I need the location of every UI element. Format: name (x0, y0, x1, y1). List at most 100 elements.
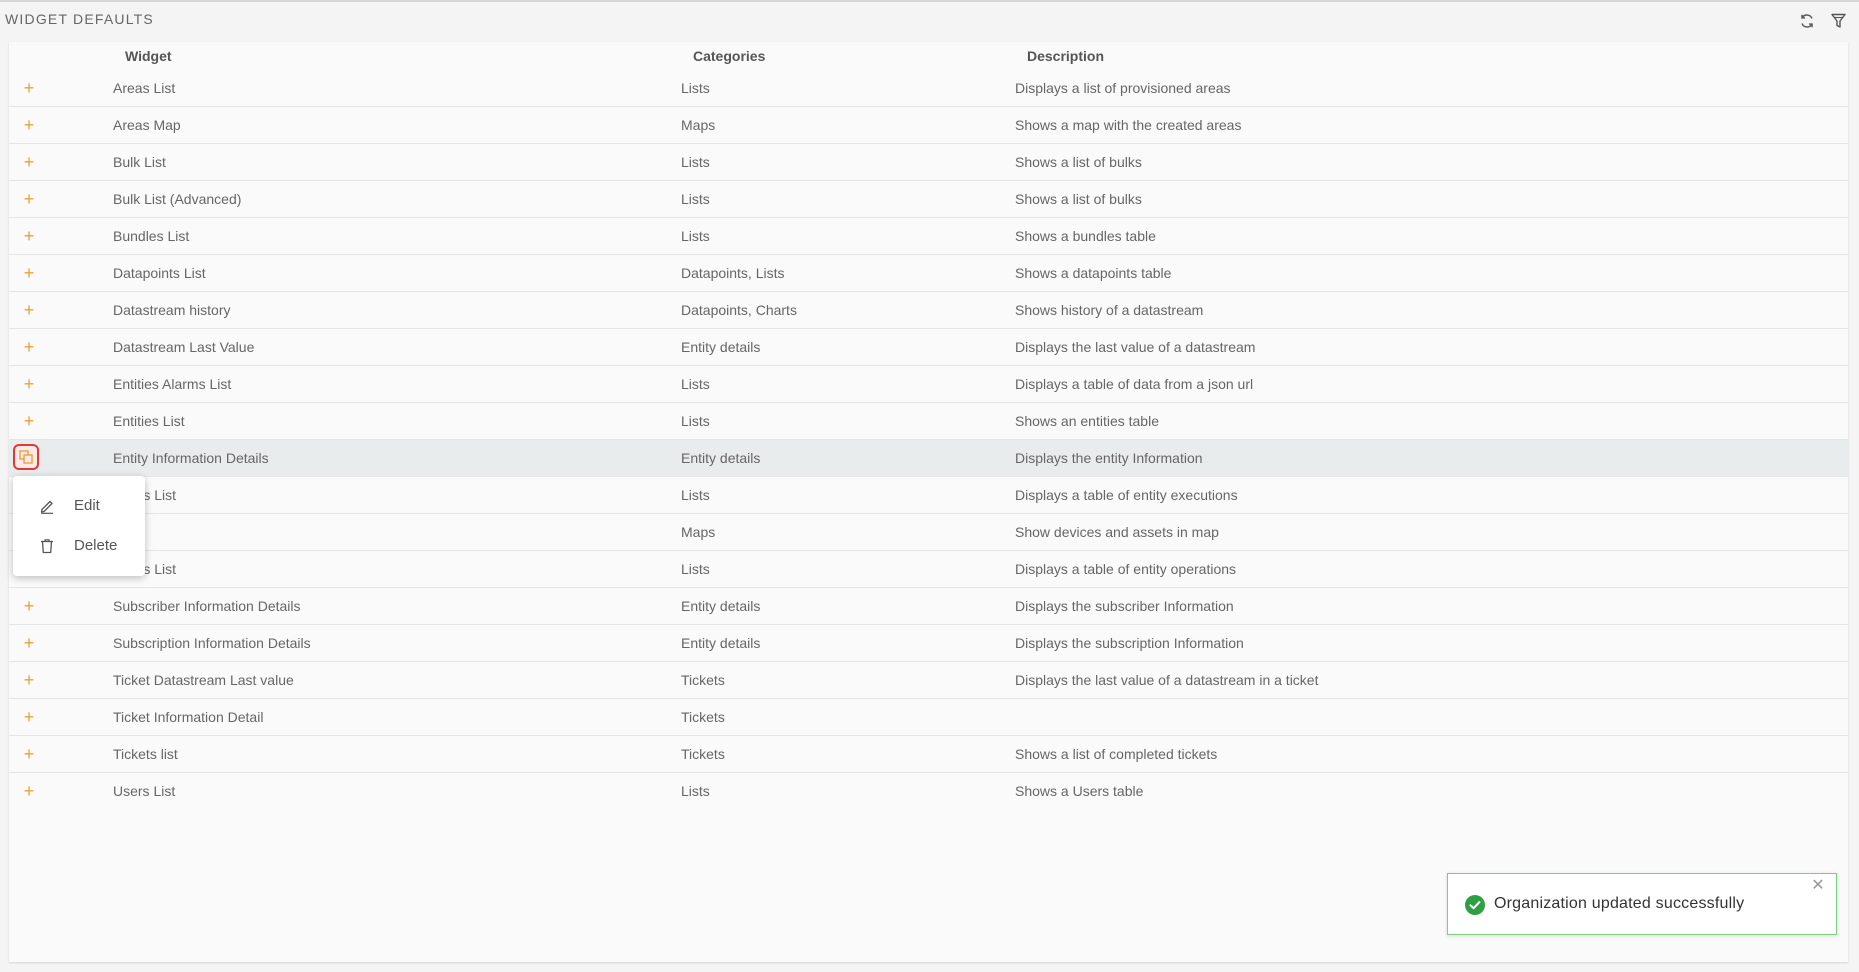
widget-categories: Datapoints, Lists (681, 265, 785, 281)
widget-description: Displays a table of data from a json url (1015, 376, 1254, 392)
table-row[interactable]: + Entities List Lists Shows an entities tab… (9, 403, 1848, 440)
table-row[interactable]: + Bulk List Lists Shows a list of bulks (9, 144, 1848, 181)
widget-description: Shows a list of bulks (1015, 191, 1142, 207)
widget-description: Shows a list of completed tickets (1015, 746, 1218, 762)
table-row[interactable]: sMapsShow devices and assets in map (9, 514, 1848, 551)
widget-description: Shows a bundles table (1015, 228, 1156, 244)
column-header-description[interactable]: Description (1027, 48, 1104, 64)
column-header-widget[interactable]: Widget (125, 48, 172, 64)
widget-description: Shows a datapoints table (1015, 265, 1172, 281)
widget-description: Shows a map with the created areas (1015, 117, 1242, 133)
widget-categories: Lists (681, 413, 710, 429)
widget-categories: Lists (681, 487, 710, 503)
table-row[interactable]: + Tickets list Tickets Shows a list of comp… (9, 736, 1848, 773)
pencil-icon (38, 497, 56, 515)
widget-description: Displays the entity Information (1015, 450, 1203, 466)
copy-icon[interactable] (13, 444, 39, 470)
add-icon[interactable]: + (19, 78, 39, 98)
table-row[interactable]: utions ListListsDisplays a table of enti… (9, 477, 1848, 514)
widget-name: Bulk List (Advanced) (113, 191, 242, 207)
trash-icon (38, 537, 56, 555)
table-row[interactable]: ations ListListsDisplays a table of enti… (9, 551, 1848, 588)
delete-menu-item[interactable]: Delete (13, 528, 145, 564)
add-icon[interactable]: + (19, 152, 39, 172)
table-row[interactable]: + Datastream Last Value Entity details Disp… (9, 329, 1848, 366)
widget-defaults-table: Widget Categories Description + Areas Lis… (9, 42, 1848, 962)
table-row[interactable]: + Subscription Information Details Entity … (9, 625, 1848, 662)
column-header-categories[interactable]: Categories (693, 48, 765, 64)
widget-description: Shows an entities table (1015, 413, 1159, 429)
table-row[interactable]: + Datapoints List Datapoints, Lists Shows a… (9, 255, 1848, 292)
widget-categories: Maps (681, 117, 716, 133)
widget-categories: Maps (681, 524, 716, 540)
table-row[interactable]: + Areas Map Maps Shows a map with the creat… (9, 107, 1848, 144)
table-row[interactable]: Entity Information Details Entity details… (9, 440, 1848, 477)
table-row[interactable]: + Ticket Datastream Last value Tickets Disp… (9, 662, 1848, 699)
table-row[interactable]: + Areas List Lists Displays a list of provi… (9, 70, 1848, 107)
success-toast: Organization updated successfully ✕ (1447, 873, 1837, 935)
add-icon[interactable]: + (19, 670, 39, 690)
widget-description: Displays a list of provisioned areas (1015, 80, 1231, 96)
widget-description: Shows a list of bulks (1015, 154, 1142, 170)
add-icon[interactable]: + (19, 744, 39, 764)
add-icon[interactable]: + (19, 263, 39, 283)
widget-name: Users List (113, 783, 176, 799)
widget-description: Shows a Users table (1015, 783, 1144, 799)
add-icon[interactable]: + (19, 189, 39, 209)
widget-description: Displays a table of entity executions (1015, 487, 1238, 503)
widget-name: Datastream Last Value (113, 339, 255, 355)
table-row[interactable]: + Entities Alarms List Lists Displays a tab… (9, 366, 1848, 403)
edit-menu-item[interactable]: Edit (13, 488, 145, 524)
widget-description: Displays the subscriber Information (1015, 598, 1234, 614)
page-title: WIDGET DEFAULTS (5, 11, 154, 27)
widget-name: Areas List (113, 80, 176, 96)
widget-categories: Lists (681, 561, 710, 577)
widget-name: Bulk List (113, 154, 166, 170)
row-context-menu: Edit Delete (13, 476, 145, 576)
table-row[interactable]: + Datastream history Datapoints, Charts Sho… (9, 292, 1848, 329)
add-icon[interactable]: + (19, 633, 39, 653)
widget-name: Entities Alarms List (113, 376, 232, 392)
add-icon[interactable]: + (19, 374, 39, 394)
widget-name: Datastream history (113, 302, 231, 318)
table-row[interactable]: + Users List Lists Shows a Users table (9, 773, 1848, 807)
refresh-icon[interactable] (1798, 12, 1816, 30)
widget-name: Areas Map (113, 117, 181, 133)
widget-description: Displays the subscription Information (1015, 635, 1244, 651)
widget-name: Tickets list (113, 746, 178, 762)
add-icon[interactable]: + (19, 596, 39, 616)
table-row[interactable]: + Ticket Information Detail Tickets (9, 699, 1848, 736)
widget-name: Entity Information Details (113, 450, 269, 466)
add-icon[interactable]: + (19, 226, 39, 246)
widget-categories: Lists (681, 191, 710, 207)
widget-description: Displays the last value of a datastream … (1015, 672, 1319, 688)
add-icon[interactable]: + (19, 411, 39, 431)
widget-categories: Entity details (681, 450, 761, 466)
edit-label: Edit (74, 497, 100, 514)
widget-categories: Tickets (681, 746, 725, 762)
add-icon[interactable]: + (19, 300, 39, 320)
table-row[interactable]: + Bundles List Lists Shows a bundles table (9, 218, 1848, 255)
widget-description: Show devices and assets in map (1015, 524, 1219, 540)
widget-description: Shows history of a datastream (1015, 302, 1204, 318)
add-icon[interactable]: + (19, 115, 39, 135)
page-header: WIDGET DEFAULTS (0, 0, 1859, 40)
widget-categories: Tickets (681, 672, 725, 688)
filter-icon[interactable] (1829, 12, 1847, 30)
widget-description: Displays a table of entity operations (1015, 561, 1237, 577)
check-circle-icon (1465, 895, 1485, 915)
close-icon[interactable]: ✕ (1810, 878, 1826, 894)
table-body: + Areas List Lists Displays a list of provi… (9, 70, 1848, 807)
table-row[interactable]: + Bulk List (Advanced) Lists Shows a list o… (9, 181, 1848, 218)
widget-categories: Lists (681, 228, 710, 244)
widget-categories: Lists (681, 154, 710, 170)
table-row[interactable]: + Subscriber Information Details Entity de… (9, 588, 1848, 625)
add-icon[interactable]: + (19, 781, 39, 801)
widget-categories: Entity details (681, 598, 761, 614)
widget-name: Entities List (113, 413, 185, 429)
widget-name: Datapoints List (113, 265, 206, 281)
add-icon[interactable]: + (19, 707, 39, 727)
delete-label: Delete (74, 537, 118, 554)
toast-message: Organization updated successfully (1494, 895, 1745, 912)
add-icon[interactable]: + (19, 337, 39, 357)
